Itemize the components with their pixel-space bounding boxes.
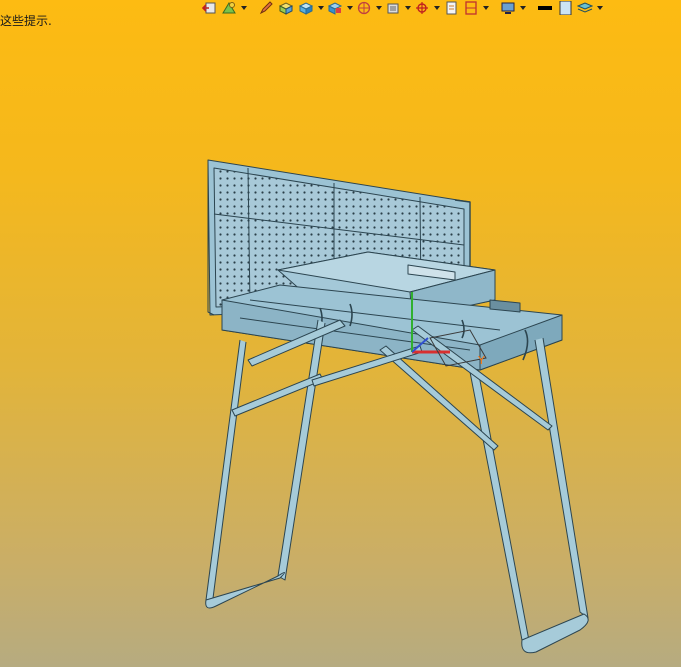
table-legs [205,319,589,654]
model-viewport[interactable]: Y [0,0,681,667]
triad-y-label: Y [477,354,485,367]
table-model[interactable] [205,159,589,654]
